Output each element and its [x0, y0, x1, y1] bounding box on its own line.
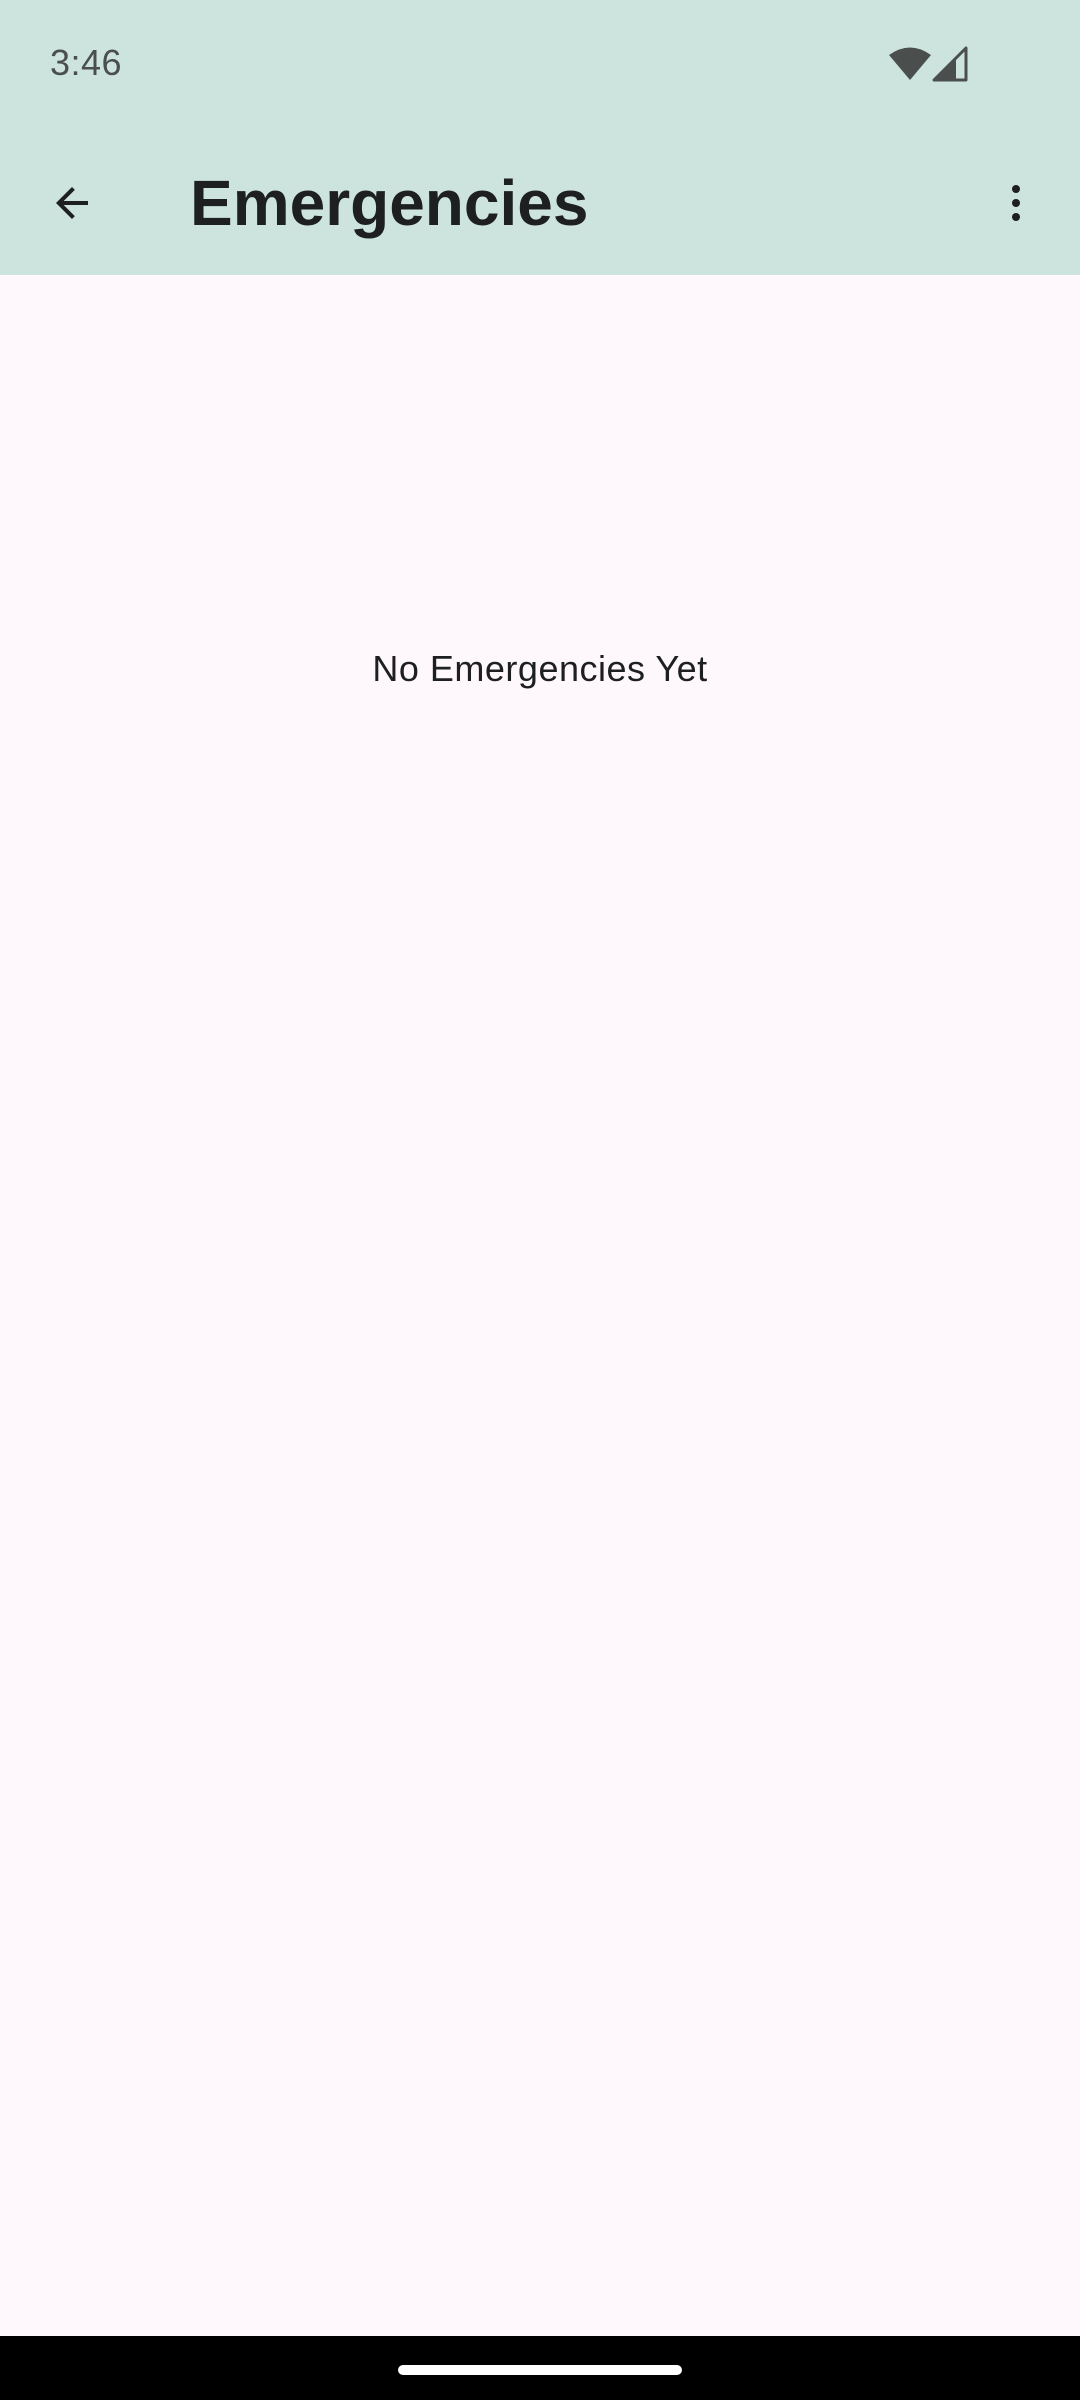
page-title: Emergencies	[190, 167, 589, 239]
system-navigation-bar	[0, 2336, 1080, 2400]
cellular-signal-icon	[932, 46, 968, 82]
app-bar: Emergencies	[0, 131, 1080, 275]
more-options-button[interactable]	[968, 155, 1064, 251]
status-time: 3:46	[50, 42, 123, 83]
home-gesture-handle[interactable]	[398, 2365, 682, 2375]
more-vert-icon	[1012, 185, 1020, 221]
back-button[interactable]	[24, 155, 120, 251]
arrow-back-icon	[56, 187, 88, 219]
wifi-icon	[889, 47, 931, 80]
status-bar: 3:46	[0, 0, 1080, 131]
empty-state-message: No Emergencies Yet	[372, 648, 708, 689]
